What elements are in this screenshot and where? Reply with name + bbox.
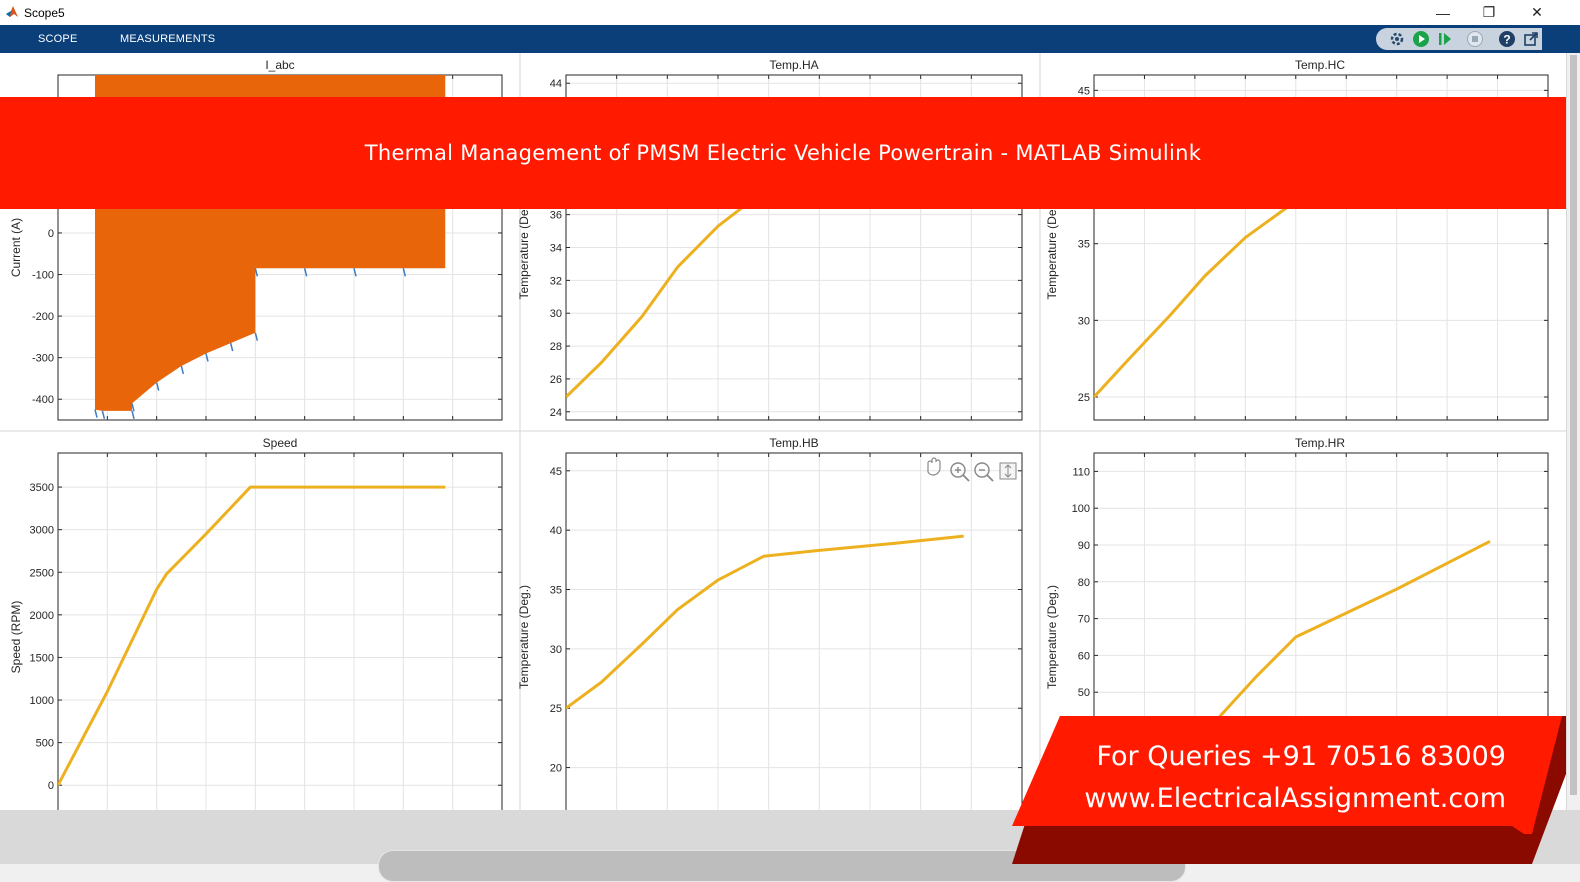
y-tick-label: 28 [550,341,562,353]
y-tick-label: 70 [1078,614,1090,626]
y-tick-label: 500 [36,738,54,750]
y-tick-label: 110 [1072,466,1090,478]
autoscale-icon[interactable] [999,462,1017,480]
y-tick-label: -200 [32,311,54,323]
step-forward-icon[interactable] [1436,30,1454,48]
y-tick-label: 2000 [30,610,54,622]
contact-phone: For Queries +91 70516 83009 [1096,741,1506,772]
y-tick-label: 35 [550,585,562,597]
tab-scope[interactable]: SCOPE [38,33,78,45]
run-icon[interactable] [1412,30,1430,48]
y-tick-label: 50 [1078,687,1090,699]
contact-website[interactable]: www.ElectricalAssignment.com [1084,783,1506,814]
y-tick-label: 25 [550,703,562,715]
y-tick-label: 20 [550,763,562,775]
y-tick-label: 45 [1078,85,1090,97]
vertical-scrollbar[interactable] [1566,53,1580,810]
settings-icon[interactable] [1388,30,1406,48]
undock-icon[interactable] [1522,30,1540,48]
minimize-button[interactable]: — [1420,0,1466,25]
y-tick-label: 40 [550,525,562,537]
y-tick-label: 60 [1078,650,1090,662]
y-axis-label: Speed (RPM) [9,601,23,674]
toolstrip: SCOPE MEASUREMENTS ? [0,25,1580,53]
y-tick-label: 26 [550,374,562,386]
y-tick-label: -100 [32,270,54,282]
plot-temp-hb[interactable]: 2025303540450123456789Temp.HBTemperature… [517,436,1025,810]
y-tick-label: 30 [1078,315,1090,327]
y-tick-label: 45 [550,466,562,478]
y-axis-label: Temperature (Deg.) [517,585,531,689]
simulation-controls: ? [1376,28,1576,50]
restore-button[interactable]: ❐ [1466,0,1512,25]
tab-measurements[interactable]: MEASUREMENTS [120,33,215,45]
plot-title: I_abc [265,58,294,72]
window-title: Scope5 [24,6,65,20]
y-tick-label: 1000 [30,695,54,707]
plot-title: Speed [263,436,298,450]
y-tick-label: 25 [1078,392,1090,404]
y-tick-label: 30 [550,644,562,656]
plot-speed[interactable]: 05001000150020002500300035000123456789Sp… [9,436,505,810]
axes-box [565,452,1023,810]
contact-overlay: For Queries +91 70516 83009 www.Electric… [1012,716,1566,864]
close-button[interactable]: ✕ [1514,0,1560,25]
y-axis-label: Temperature (Deg.) [1045,585,1059,689]
y-tick-label: 36 [550,210,562,222]
y-tick-label: 0 [48,780,54,792]
plot-title: Temp.HA [769,58,818,72]
matlab-logo-icon [6,6,18,17]
axes-box [57,452,503,810]
y-tick-label: 1500 [30,652,54,664]
y-axis-label: Temperature (Deg.) [517,195,531,299]
title-banner: Thermal Management of PMSM Electric Vehi… [0,97,1566,209]
plot-title: Temp.HC [1295,58,1345,72]
svg-text:?: ? [1503,33,1510,47]
plot-title: Temp.HB [769,436,818,450]
stop-icon[interactable] [1466,30,1484,48]
y-tick-label: 80 [1078,577,1090,589]
y-tick-label: 35 [1078,239,1090,251]
plot-title: Temp.HR [1295,436,1345,450]
y-tick-label: 100 [1072,503,1090,515]
y-tick-label: 34 [550,243,562,255]
y-tick-label: -400 [32,394,54,406]
y-tick-label: 24 [550,407,562,419]
y-tick-label: 2500 [30,567,54,579]
y-tick-label: 3500 [30,482,54,494]
y-axis-label: Current (A) [9,218,23,277]
y-axis-label: Temperature (Deg.) [1045,195,1059,299]
y-tick-label: 3000 [30,525,54,537]
window-titlebar: Scope5 — ❐ ✕ [0,0,1580,25]
y-tick-label: -300 [32,353,54,365]
y-tick-label: 32 [550,275,562,287]
y-tick-label: 0 [48,228,54,240]
y-tick-label: 44 [550,78,562,90]
scrollbar-thumb[interactable] [1570,55,1577,795]
banner-text: Thermal Management of PMSM Electric Vehi… [364,141,1202,165]
y-tick-label: 30 [550,308,562,320]
y-tick-label: 90 [1078,540,1090,552]
help-icon[interactable]: ? [1498,30,1516,48]
